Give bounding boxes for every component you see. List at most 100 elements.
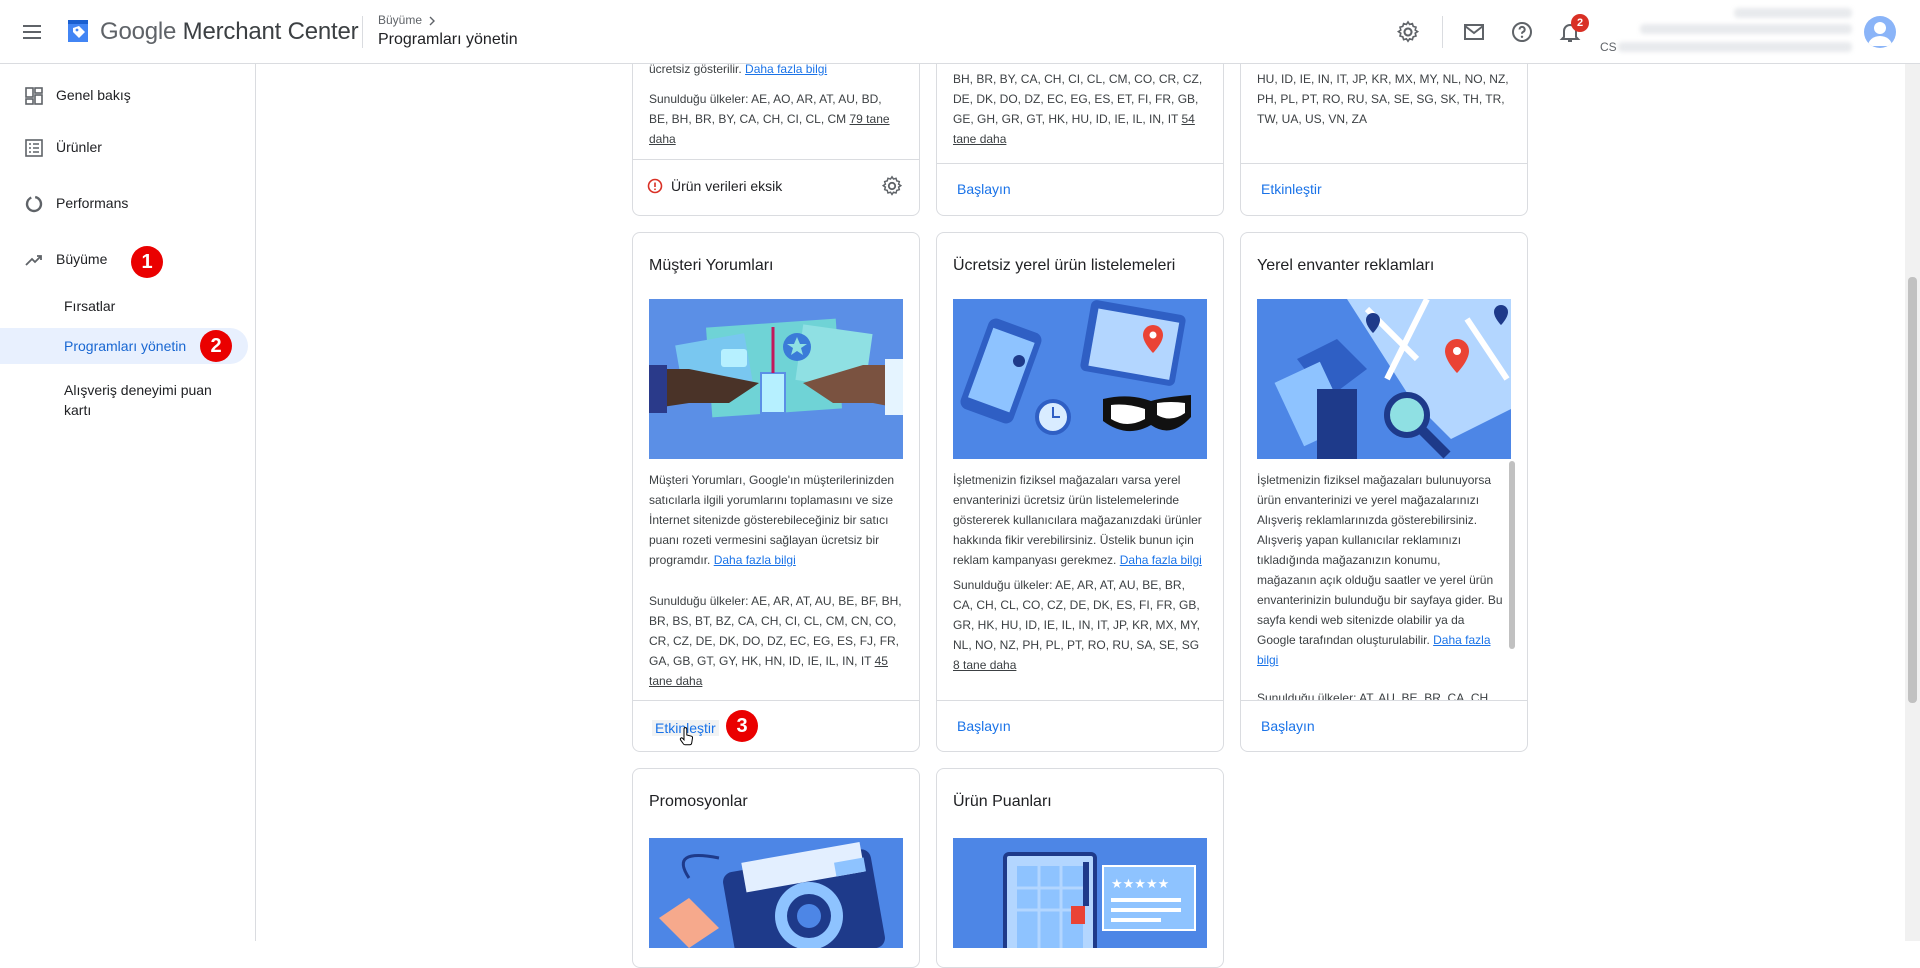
card-title: Ücretsiz yerel ürün listelemeleri xyxy=(953,257,1176,274)
card-countries: Sunulduğu ülkeler: AE, AO, AR, AT, AU, B… xyxy=(649,89,903,149)
card-description-text: ücretsiz gösterilir. xyxy=(649,62,742,76)
page-scrollbar-thumb[interactable] xyxy=(1908,277,1917,703)
card-description: İşletmenizin fiziksel mağazaları bulunuy… xyxy=(1257,470,1503,670)
program-card-local-inventory-ads: Yerel envanter reklamları İşletmenizin f… xyxy=(1240,232,1528,752)
sidebar-item-label: Ürünler xyxy=(56,139,102,155)
card-footer: Ürün verileri eksik xyxy=(633,159,919,212)
card-title: Promosyonlar xyxy=(649,793,748,810)
sidebar-item-label: Performans xyxy=(56,195,129,211)
sidebar-subitem-label: Alışveriş deneyimi puan kartı xyxy=(64,382,212,418)
get-started-button[interactable]: Başlayın xyxy=(957,181,1011,197)
learn-more-link[interactable]: Daha fazla bilgi xyxy=(714,553,796,567)
hand-pointer-cursor-icon xyxy=(679,727,694,746)
step-marker-2: 2 xyxy=(200,330,232,362)
countries-more[interactable]: 8 tane daha xyxy=(953,658,1016,672)
countries-prefix: Sunulduğu ülkeler: xyxy=(649,92,749,106)
toolbar-divider xyxy=(1442,16,1443,48)
card-description-text: İşletmenizin fiziksel mağazaları bulunuy… xyxy=(1257,473,1503,647)
settings-gear-icon[interactable] xyxy=(881,175,903,197)
settings-gear-icon[interactable] xyxy=(1396,20,1420,44)
dashboard-icon xyxy=(25,87,43,105)
card-countries: Sunulduğu ülkeler: AE, AR, AT, AU, BE, B… xyxy=(953,575,1207,675)
card-description: Müşteri Yorumları, Google'ın müşterileri… xyxy=(649,470,903,570)
card-title: Yerel envanter reklamları xyxy=(1257,257,1435,274)
sidebar-item-products[interactable]: Ürünler xyxy=(0,128,256,168)
card-title: Ürün Puanları xyxy=(953,793,1052,810)
handshake-illustration-icon xyxy=(649,299,903,459)
sidebar-item-performance[interactable]: Performans xyxy=(0,184,256,224)
card-footer: Başlayın xyxy=(1241,700,1527,751)
tablet-rating-illustration-icon: ★★★★★ xyxy=(953,838,1207,948)
countries-prefix: Sunulduğu ülkeler: xyxy=(953,578,1053,592)
trending-up-icon xyxy=(25,255,42,266)
card-countries: HU, ID, IE, IN, IT, JP, KR, MX, MY, NL, … xyxy=(1257,69,1511,129)
card-scrollbar-thumb[interactable] xyxy=(1509,461,1515,649)
page-title: Programları yönetin xyxy=(378,31,518,48)
page-scrollbar[interactable] xyxy=(1905,64,1920,941)
program-card-product-ratings: Ürün Puanları ★★★★★ xyxy=(936,768,1224,968)
card-footer: Etkinleştir xyxy=(633,700,919,751)
card-footer: Başlayın xyxy=(937,700,1223,751)
account-name-redacted xyxy=(1734,8,1852,18)
learn-more-link[interactable]: Daha fazla bilgi xyxy=(745,62,827,76)
sidebar-subitem-shopping-scorecard[interactable]: Alışveriş deneyimi puan kartı xyxy=(0,376,248,420)
card-description: İşletmenizin fiziksel mağazaları varsa y… xyxy=(953,470,1207,570)
step-marker-1: 1 xyxy=(131,246,163,278)
app-title[interactable]: Google Merchant Center xyxy=(100,18,359,46)
learn-more-link[interactable]: Daha fazla bilgi xyxy=(1120,553,1202,567)
customer-reviews-illustration xyxy=(649,299,903,459)
account-id-redacted xyxy=(1618,42,1852,52)
get-started-button[interactable]: Başlayın xyxy=(1261,718,1315,734)
error-icon xyxy=(647,178,663,194)
get-started-button[interactable]: Başlayın xyxy=(957,718,1011,734)
app-title-google: Google xyxy=(100,18,177,45)
help-icon[interactable] xyxy=(1510,20,1534,44)
card-footer: Başlayın xyxy=(937,163,1223,215)
breadcrumb-parent[interactable]: Büyüme xyxy=(378,13,422,27)
main-menu-icon[interactable] xyxy=(20,20,44,44)
sidebar-item-growth[interactable]: Büyüme xyxy=(0,240,256,280)
notification-count-badge: 2 xyxy=(1571,14,1589,32)
person-icon xyxy=(1868,22,1892,46)
sidebar-nav: Genel bakış Ürünler Performans Büyüme 1 … xyxy=(0,64,256,941)
enable-button[interactable]: Etkinleştir xyxy=(1261,181,1322,197)
camera-tag-illustration-icon xyxy=(649,838,903,948)
sidebar-subitem-label: Programları yönetin xyxy=(64,338,187,354)
card-title: Müşteri Yorumları xyxy=(649,257,774,274)
map-search-illustration-icon xyxy=(1257,299,1511,459)
program-card-top-right: HU, ID, IE, IN, IT, JP, KR, MX, MY, NL, … xyxy=(1240,40,1528,216)
account-avatar[interactable] xyxy=(1864,16,1896,48)
list-icon xyxy=(25,139,43,157)
account-email-redacted xyxy=(1640,24,1852,34)
card-countries: Sunulduğu ülkeler: AE, AR, AT, AU, BE, B… xyxy=(649,591,903,691)
account-id-prefix: CS xyxy=(1600,40,1617,54)
local-inventory-illustration xyxy=(1257,299,1511,459)
program-card-free-local-listings: Ücretsiz yerel ürün listelemeleri İşletm… xyxy=(936,232,1224,752)
local-listings-illustration xyxy=(953,299,1207,459)
product-ratings-illustration: ★★★★★ xyxy=(953,838,1207,948)
sidebar-subitem-label: Fırsatlar xyxy=(64,298,116,314)
countries-prefix: Sunulduğu ülkeler: xyxy=(1257,691,1357,700)
card-countries: BH, BR, BY, CA, CH, CI, CL, CM, CO, CR, … xyxy=(953,69,1207,149)
sidebar-subitem-opportunities[interactable]: Fırsatlar xyxy=(0,290,248,322)
program-card-free-listings: ücretsiz gösterilir. Daha fazla bilgi Su… xyxy=(632,40,920,216)
program-card-customer-reviews: Müşteri Yorumları Müşteri Yorumları, Goo… xyxy=(632,232,920,752)
svg-text:★★★★★: ★★★★★ xyxy=(1111,877,1169,892)
step-marker-3: 3 xyxy=(726,710,758,742)
program-card-promotions: Promosyonlar xyxy=(632,768,920,968)
sidebar-item-label: Büyüme xyxy=(56,251,108,267)
merchant-center-logo-icon xyxy=(68,20,88,42)
promotions-illustration xyxy=(649,838,903,948)
missing-data-warning: Ürün verileri eksik xyxy=(671,178,783,194)
sidebar-item-label: Genel bakış xyxy=(56,87,131,103)
countries-list: BH, BR, BY, CA, CH, CI, CL, CM, CO, CR, … xyxy=(953,72,1203,126)
top-app-bar: Google Merchant Center Büyüme Programlar… xyxy=(0,0,1920,64)
mail-icon[interactable] xyxy=(1462,20,1486,44)
card-countries: Sunulduğu ülkeler: AT, AU, BE, BR, CA, C… xyxy=(1257,688,1511,700)
header-divider xyxy=(362,16,363,48)
countries-list: HU, ID, IE, IN, IT, JP, KR, MX, MY, NL, … xyxy=(1257,72,1509,126)
sidebar-item-overview[interactable]: Genel bakış xyxy=(0,76,256,116)
countries-prefix: Sunulduğu ülkeler: xyxy=(649,594,749,608)
breadcrumb[interactable]: Büyüme xyxy=(378,13,437,27)
app-title-product: Merchant Center xyxy=(182,18,359,45)
